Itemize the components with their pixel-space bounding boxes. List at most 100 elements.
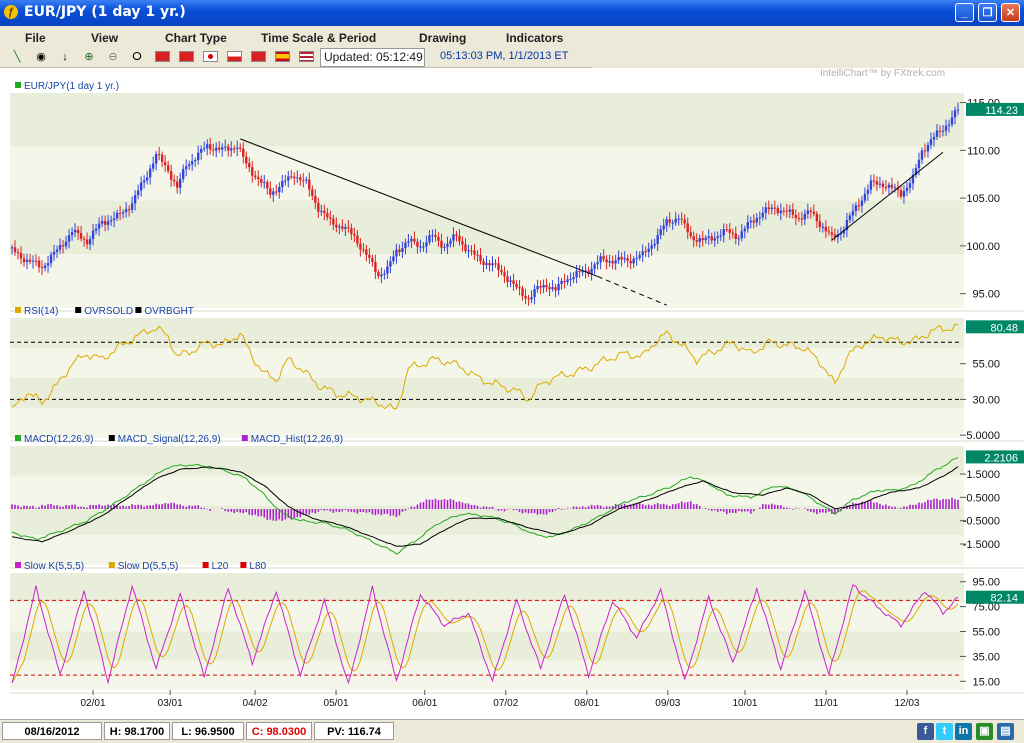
restore-button[interactable]: ❐ (978, 3, 997, 22)
screens-icon[interactable]: ▤ (997, 723, 1014, 740)
y-tick-label: -0.5000 (963, 516, 1000, 528)
candle-body (239, 147, 242, 149)
candle-body (872, 180, 876, 182)
legend-label: Slow D(5,5,5) (118, 561, 179, 572)
candle-body (506, 276, 509, 282)
menu-view[interactable]: View (91, 31, 118, 45)
candle-body (662, 225, 665, 230)
candle-body (46, 263, 50, 266)
candle-body (359, 243, 362, 250)
flag-poland-icon[interactable] (227, 51, 242, 62)
candle-body (73, 229, 77, 233)
candle-body (115, 212, 119, 219)
candle-body (85, 239, 89, 245)
menu-time-scale[interactable]: Time Scale & Period (261, 31, 376, 45)
candle-body (500, 270, 503, 273)
candle-body (266, 182, 269, 189)
candle-body (482, 261, 485, 265)
candle-body (788, 209, 792, 212)
candle-body (118, 212, 122, 214)
candle-body (932, 136, 936, 140)
candle-body (209, 144, 212, 150)
candle-body (22, 258, 26, 263)
candle-body (620, 256, 623, 260)
windows-icon[interactable]: ▣ (976, 723, 993, 740)
current-datetime: 05:13:03 PM, 1/1/2013 ET (440, 50, 569, 62)
menu-file[interactable]: File (25, 31, 46, 45)
chart-area[interactable]: 115.00110.00105.00100.0095.00114.23EUR/J… (0, 68, 1024, 719)
candle-body (728, 229, 731, 233)
menu-indicators[interactable]: Indicators (506, 31, 563, 45)
candle-body (692, 236, 695, 241)
draw-line-icon[interactable]: ╲ (10, 50, 24, 64)
candle-body (758, 217, 761, 219)
candle-body (100, 221, 104, 224)
candle-body (112, 218, 116, 221)
y-tick-label: 105.00 (966, 193, 1000, 205)
candle-body (947, 124, 951, 126)
legend-swatch (240, 562, 247, 568)
flag-usa-icon[interactable] (299, 51, 314, 62)
candle-body (302, 180, 305, 182)
candle-body (401, 248, 404, 252)
candle-body (458, 235, 461, 242)
candle-body (166, 165, 170, 172)
candle-body (248, 163, 251, 168)
minimize-button[interactable]: _ (955, 3, 974, 22)
candle-body (800, 218, 804, 220)
zoom-out-icon[interactable]: ⊖ (106, 50, 120, 64)
legend-swatch (15, 435, 21, 441)
candle-body (79, 233, 83, 239)
legend-swatch (202, 562, 209, 568)
flag-hongkong-icon[interactable] (179, 51, 194, 62)
panel-band (10, 378, 964, 408)
candle-body (923, 150, 927, 152)
app-logo-icon: ƒ (4, 5, 18, 19)
candle-body (881, 183, 885, 188)
candle-body (614, 260, 617, 264)
candle-body (908, 183, 912, 188)
candle-body (437, 236, 440, 241)
candle-body (184, 166, 188, 170)
candle-body (103, 221, 107, 225)
candle-body (473, 250, 476, 255)
crosshair-icon[interactable]: ◉ (34, 50, 48, 64)
menu-chart-type[interactable]: Chart Type (165, 31, 227, 45)
candle-body (536, 286, 539, 290)
candle-body (416, 241, 419, 247)
candle-body (545, 285, 548, 288)
candle-body (344, 227, 347, 229)
facebook-icon[interactable]: f (917, 723, 934, 740)
flag-japan-icon[interactable] (203, 51, 218, 62)
flag-china-icon[interactable] (155, 51, 170, 62)
candle-body (464, 244, 467, 251)
zoom-in-icon[interactable]: ⊕ (82, 50, 96, 64)
linkedin-icon[interactable]: in (955, 723, 972, 740)
candle-body (290, 176, 293, 178)
candle-body (236, 147, 239, 149)
flag-spain-icon[interactable] (275, 51, 290, 62)
menu-drawing[interactable]: Drawing (419, 31, 466, 45)
legend-label: RSI(14) (24, 306, 58, 317)
candle-body (827, 231, 831, 233)
close-button[interactable]: ✕ (1001, 3, 1020, 22)
magnet-icon[interactable]: ⵔ (130, 50, 144, 64)
candle-body (121, 212, 125, 214)
candle-body (623, 258, 626, 260)
candle-body (929, 139, 933, 145)
candle-body (422, 246, 425, 248)
candle-body (97, 223, 101, 229)
candle-body (851, 210, 855, 216)
candle-body (353, 234, 356, 236)
flag-turkey-icon[interactable] (251, 51, 266, 62)
twitter-icon[interactable]: t (936, 723, 953, 740)
candle-body (142, 180, 146, 183)
arrow-down-icon[interactable]: ↓ (58, 50, 72, 64)
candle-body (638, 255, 641, 258)
candle-body (88, 239, 92, 245)
candle-body (362, 249, 365, 251)
candle-body (25, 259, 29, 263)
candle-body (49, 254, 53, 264)
candle-body (434, 235, 437, 237)
candle-body (710, 236, 713, 241)
